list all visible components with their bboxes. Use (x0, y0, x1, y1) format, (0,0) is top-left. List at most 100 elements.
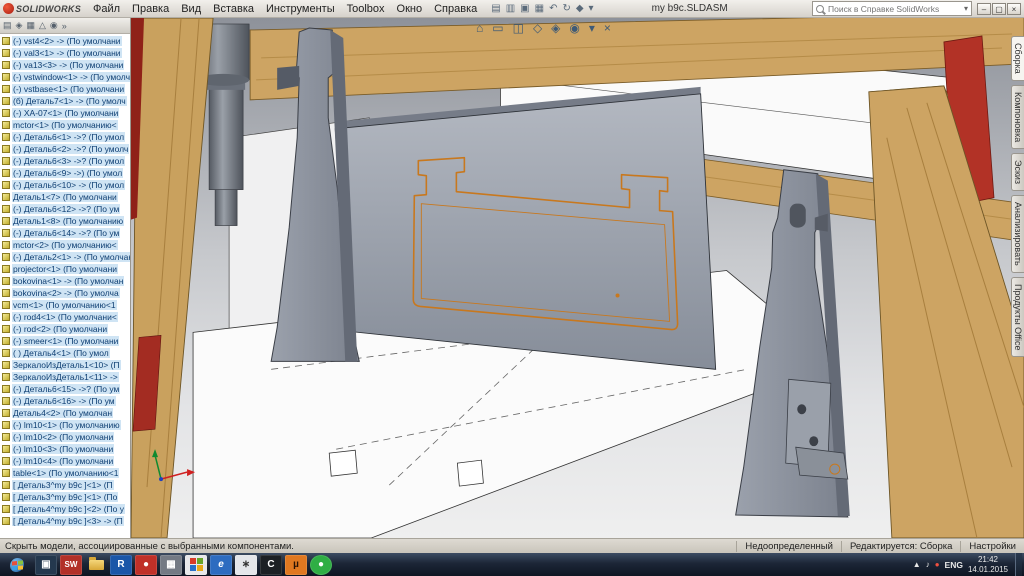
tree-item[interactable]: bokovina<2> -> (По умолча (0, 287, 130, 299)
menu-item[interactable]: Окно (391, 2, 429, 16)
realplayer-icon[interactable]: R (110, 555, 132, 575)
tree-item[interactable]: (-) Деталь6<2> ->? (По умолч (0, 143, 130, 155)
internet-app-icon[interactable]: e (210, 555, 232, 575)
quick-toolbar-icon[interactable]: ▤ (491, 3, 500, 14)
show-desktop-button[interactable] (1015, 553, 1022, 576)
tree-item[interactable]: bokovina<1> -> (По умолчан (0, 275, 130, 287)
tree-toolbar-icon[interactable]: ▦ (26, 20, 35, 31)
headsup-icon[interactable]: × (604, 21, 611, 35)
help-search-box[interactable]: ▾ (812, 1, 972, 16)
tree-toolbar-icon[interactable]: ▤ (3, 20, 12, 31)
search-input[interactable] (826, 3, 962, 15)
piston-cylinder[interactable] (209, 80, 243, 190)
tree-toolbar-icon[interactable]: ◉ (50, 20, 58, 31)
tree-item[interactable]: (-) lm10<3> (По умолчани (0, 443, 130, 455)
commandmanager-tab[interactable]: Анализировать (1011, 195, 1024, 273)
tree-item[interactable]: (-) Деталь6<15> ->? (По ум (0, 383, 130, 395)
tree-item[interactable]: Деталь1<7> (По умолчани (0, 191, 130, 203)
headsup-icon[interactable]: ▭ (492, 21, 503, 35)
menu-item[interactable]: Файл (87, 2, 126, 16)
app-window-icon[interactable]: ▣ (35, 555, 57, 575)
graphics-viewport[interactable]: ⌂▭◫◇◈◉▾× СборкаКомпоновкаЭскизАнализиров… (131, 18, 1024, 538)
solidworks-icon[interactable]: SW (60, 555, 82, 575)
menu-item[interactable]: Вид (175, 2, 207, 16)
restore-button[interactable]: ▢ (992, 3, 1006, 15)
tree-item[interactable]: (-) smeer<1> (По умолчани (0, 335, 130, 347)
settings-app-icon[interactable]: ▦ (160, 555, 182, 575)
volume-icon[interactable]: ♪ (926, 560, 930, 569)
status-settings[interactable]: Настройки (960, 541, 1024, 552)
close-button[interactable]: × (1007, 3, 1021, 15)
tree-item[interactable]: (-) val3<1> -> (По умолчани (0, 47, 130, 59)
quick-toolbar-icon[interactable]: ▾ (589, 3, 594, 14)
commandmanager-tab[interactable]: Эскиз (1011, 153, 1024, 191)
minimize-button[interactable]: – (977, 3, 991, 15)
menu-item[interactable]: Toolbox (341, 2, 391, 16)
tree-item[interactable]: (-) vstwindow<1> -> (По умолча (0, 71, 130, 83)
utorrent-icon[interactable]: µ (285, 555, 307, 575)
tree-item[interactable]: (-) rod<2> (По умолчани (0, 323, 130, 335)
quick-toolbar-icon[interactable]: ▣ (520, 3, 529, 14)
tree-item[interactable]: (-) Деталь6<12> ->? (По ум (0, 203, 130, 215)
tree-item[interactable]: Деталь1<8> (По умолчанию (0, 215, 130, 227)
menu-item[interactable]: Правка (126, 2, 175, 16)
commandmanager-tab[interactable]: Компоновка (1011, 85, 1024, 149)
quick-toolbar-icon[interactable]: ↻ (562, 3, 570, 14)
tree-item[interactable]: mctor<2> (По умолчанию< (0, 239, 130, 251)
quick-toolbar-icon[interactable]: ▦ (535, 3, 544, 14)
tree-item[interactable]: (-) Деталь6<14> ->? (По ум (0, 227, 130, 239)
alert-icon[interactable]: ● (935, 560, 940, 569)
floor-tab-notch[interactable] (329, 450, 357, 476)
floor-tab-notch[interactable] (457, 460, 483, 486)
tree-item[interactable]: Деталь4<2> (По умолчан (0, 407, 130, 419)
clock[interactable]: 21:42 14.01.2015 (968, 555, 1010, 573)
tree-item[interactable]: ЗеркалоИзДеталь1<11> -> (0, 371, 130, 383)
tree-item[interactable]: (-) Деталь6<9> ->) (По умол (0, 167, 130, 179)
search-dropdown-icon[interactable]: ▾ (964, 4, 968, 13)
headsup-icon[interactable]: ◉ (569, 21, 579, 35)
tree-item[interactable]: [ Деталь3^my b9c ]<1> (П (0, 479, 130, 491)
menu-item[interactable]: Вставка (207, 2, 260, 16)
tree-item[interactable]: (-) Деталь2<1> -> (По умолчан (0, 251, 130, 263)
quick-toolbar-icon[interactable]: ◆ (576, 3, 584, 14)
headsup-icon[interactable]: ▾ (589, 21, 595, 35)
tree-toolbar-icon[interactable]: ◈ (16, 20, 23, 31)
tree-item[interactable]: (-) vstbase<1> (По умолчани (0, 83, 130, 95)
tree-item[interactable]: (-) vst4<2> -> (По умолчани (0, 35, 130, 47)
tree-item[interactable]: [ Деталь4^my b9c ]<3> -> (П (0, 515, 130, 527)
headsup-icon[interactable]: ◈ (551, 21, 560, 35)
tree-item[interactable]: table<1> (По умолчанию<1 (0, 467, 130, 479)
headsup-icon[interactable]: ⌂ (476, 21, 483, 35)
quick-toolbar-icon[interactable]: ↶ (549, 3, 557, 14)
tree-item[interactable]: (-) XA-07<1> (По умолчани (0, 107, 130, 119)
tree-item[interactable]: [ Деталь4^my b9c ]<2> (По у (0, 503, 130, 515)
tree-toolbar-icon[interactable]: » (62, 21, 67, 31)
quick-toolbar-icon[interactable]: ▥ (506, 3, 515, 14)
tree-item[interactable]: projector<1> (По умолчани (0, 263, 130, 275)
commandmanager-tab[interactable]: Продукты Office (1011, 277, 1024, 358)
tree-item[interactable]: ( ) Деталь4<1> (По умол (0, 347, 130, 359)
tree-item[interactable]: vcm<1> (По умолчанию<1 (0, 299, 130, 311)
menu-item[interactable]: Справка (428, 2, 483, 16)
menu-item[interactable]: Инструменты (260, 2, 341, 16)
tree-item[interactable]: (-) Деталь6<10> -> (По умол (0, 179, 130, 191)
chat-app-icon[interactable]: ● (310, 555, 332, 575)
tree-item[interactable]: (-) Деталь6<3> ->? (По умол (0, 155, 130, 167)
sketch-point[interactable] (616, 293, 620, 297)
tree-item[interactable]: [ Деталь3^my b9c ]<1> (По (0, 491, 130, 503)
tree-item[interactable]: (-) rod4<1> (По умолчани< (0, 311, 130, 323)
tree-item[interactable]: (-) Деталь6<16> -> (По ум (0, 395, 130, 407)
console-app-icon[interactable]: C (260, 555, 282, 575)
tree-item[interactable]: (-) lm10<1> (По умолчанию (0, 419, 130, 431)
media-app-icon[interactable]: ● (135, 555, 157, 575)
tree-item[interactable]: (-) lm10<4> (По умолчани (0, 455, 130, 467)
office-icon[interactable] (185, 555, 207, 575)
headsup-icon[interactable]: ◇ (533, 21, 542, 35)
hand-tool-icon[interactable]: ∗ (235, 555, 257, 575)
folder-icon[interactable] (85, 555, 107, 575)
tree-item[interactable]: (-) lm10<2> (По умолчани (0, 431, 130, 443)
tree-item[interactable]: (б) Деталь7<1> -> (По умолч (0, 95, 130, 107)
commandmanager-tab[interactable]: Сборка (1011, 36, 1024, 81)
tree-item[interactable]: mctor<1> (По умолчанию< (0, 119, 130, 131)
tree-item[interactable]: (-) va13<3> -> (По умолчани (0, 59, 130, 71)
